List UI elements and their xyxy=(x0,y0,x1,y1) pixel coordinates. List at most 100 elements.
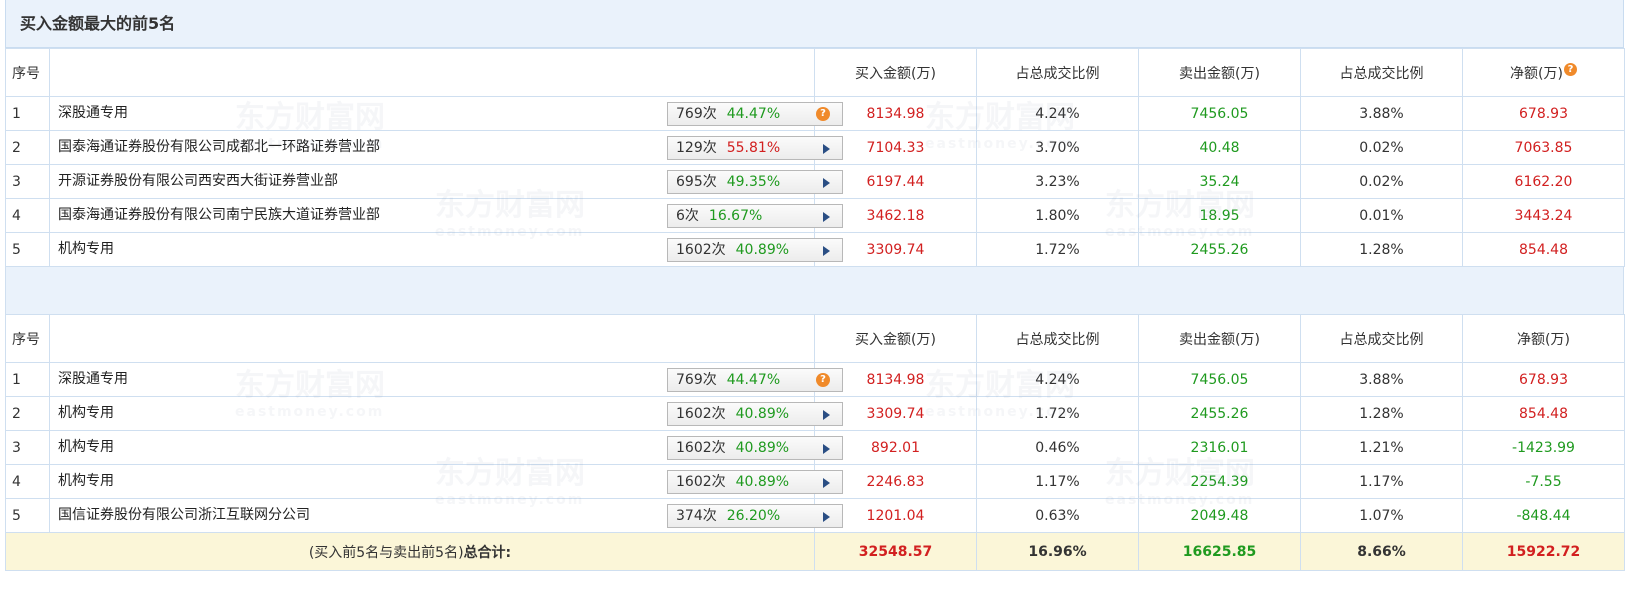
row-no: 3 xyxy=(5,430,50,465)
buy-pct: 4.24% xyxy=(976,362,1139,397)
sell-pct: 3.88% xyxy=(1300,362,1463,397)
buy-pct: 3.23% xyxy=(976,164,1139,199)
arrow-right-icon[interactable] xyxy=(823,212,830,222)
seat-stats-button[interactable]: 1602次 40.89% xyxy=(667,238,843,262)
col-header-buy-pct: 占总成交比例 xyxy=(976,314,1139,363)
win-rate: 40.89% xyxy=(735,474,790,490)
col-header-buy-pct: 占总成交比例 xyxy=(976,48,1139,97)
win-rate: 49.35% xyxy=(726,174,781,190)
table-row: 1 深股通专用 769次 44.47%? 8134.98 4.24% 7456.05 3.88… xyxy=(5,362,1625,397)
question-icon[interactable]: ? xyxy=(816,107,830,121)
sell-amount: 2455.26 xyxy=(1138,232,1301,267)
seat-cell: 机构专用 1602次 40.89% xyxy=(49,396,843,431)
seat-name[interactable]: 机构专用 xyxy=(58,465,114,497)
net-amount: 3443.24 xyxy=(1462,198,1625,233)
arrow-right-icon[interactable] xyxy=(823,478,830,488)
sell-amount: 7456.05 xyxy=(1138,96,1301,131)
col-header-name xyxy=(49,314,815,363)
sell-amount: 2049.48 xyxy=(1138,498,1301,533)
total-label-prefix: (买入前5名与卖出前5名) xyxy=(308,544,464,561)
sell-amount: 18.95 xyxy=(1138,198,1301,233)
sell-pct: 1.17% xyxy=(1300,464,1463,499)
sell-pct: 0.01% xyxy=(1300,198,1463,233)
row-no: 4 xyxy=(5,464,50,499)
sell-amount: 7456.05 xyxy=(1138,362,1301,397)
buy-top5-table: 序号 买入金额(万) 占总成交比例 卖出金额(万) 占总成交比例 净额(万)? … xyxy=(5,48,1625,267)
arrow-right-icon[interactable] xyxy=(823,246,830,256)
seat-name[interactable]: 国信证券股份有限公司浙江互联网分公司 xyxy=(58,499,310,531)
arrow-right-icon[interactable] xyxy=(823,178,830,188)
table-header-row: 序号 买入金额(万) 占总成交比例 卖出金额(万) 占总成交比例 净额(万)? xyxy=(5,48,1625,97)
section-title: 买入金额最大的前5名 xyxy=(5,0,1624,48)
seat-name[interactable]: 深股通专用 xyxy=(58,363,128,395)
net-amount: 6162.20 xyxy=(1462,164,1625,199)
table-row: 2 国泰海通证券股份有限公司成都北一环路证券营业部 129次 55.81% 7104.3… xyxy=(5,130,1625,165)
win-rate: 44.47% xyxy=(726,372,781,388)
table-header-row: 序号 买入金额(万) 占总成交比例 卖出金额(万) 占总成交比例 净额(万) xyxy=(5,314,1625,363)
win-rate: 44.47% xyxy=(726,106,781,122)
table-row: 5 机构专用 1602次 40.89% 3309.74 1.72% 2455.26 1.28%… xyxy=(5,232,1625,267)
seat-name[interactable]: 机构专用 xyxy=(58,431,114,463)
seat-cell: 开源证券股份有限公司西安西大街证券营业部 695次 49.35% xyxy=(49,164,843,199)
col-header-buy: 买入金额(万) xyxy=(814,314,977,363)
buy-pct: 0.63% xyxy=(976,498,1139,533)
seat-stats-button[interactable]: 695次 49.35% xyxy=(667,170,843,194)
question-icon[interactable]: ? xyxy=(816,373,830,387)
row-no: 2 xyxy=(5,396,50,431)
arrow-right-icon[interactable] xyxy=(823,144,830,154)
sell-pct: 3.88% xyxy=(1300,96,1463,131)
arrow-right-icon[interactable] xyxy=(823,512,830,522)
sell-pct: 1.28% xyxy=(1300,396,1463,431)
seat-stats-button[interactable]: 374次 26.20% xyxy=(667,504,843,528)
net-amount: 854.48 xyxy=(1462,232,1625,267)
listing-count: 695次 xyxy=(676,174,717,190)
listing-count: 374次 xyxy=(676,508,717,524)
table-row: 4 机构专用 1602次 40.89% 2246.83 1.17% 2254.39 1.17%… xyxy=(5,464,1625,499)
arrow-right-icon[interactable] xyxy=(823,410,830,420)
seat-stats-button[interactable]: 1602次 40.89% xyxy=(667,402,843,426)
net-amount: 678.93 xyxy=(1462,362,1625,397)
seat-cell: 国泰海通证券股份有限公司成都北一环路证券营业部 129次 55.81% xyxy=(49,130,843,165)
col-header-sell: 卖出金额(万) xyxy=(1138,314,1301,363)
listing-count: 769次 xyxy=(676,106,717,122)
seat-cell: 国信证券股份有限公司浙江互联网分公司 374次 26.20% xyxy=(49,498,843,533)
seat-stats-button[interactable]: 6次 16.67% xyxy=(667,204,843,228)
arrow-right-icon[interactable] xyxy=(823,444,830,454)
buy-pct: 1.72% xyxy=(976,396,1139,431)
row-no: 1 xyxy=(5,362,50,397)
seat-name[interactable]: 开源证券股份有限公司西安西大街证券营业部 xyxy=(58,165,338,197)
col-header-sell: 卖出金额(万) xyxy=(1138,48,1301,97)
seat-name[interactable]: 深股通专用 xyxy=(58,97,128,129)
total-label-bold: 总合计: xyxy=(463,544,512,561)
table-row: 4 国泰海通证券股份有限公司南宁民族大道证券营业部 6次 16.67% 3462.18 1… xyxy=(5,198,1625,233)
sell-table-body: 1 深股通专用 769次 44.47%? 8134.98 4.24% 7456.05 3.88… xyxy=(5,362,1625,533)
seat-name[interactable]: 国泰海通证券股份有限公司南宁民族大道证券营业部 xyxy=(58,199,380,231)
longhu-panel: 买入金额最大的前5名 序号 买入金额(万) 占总成交比例 卖出金额(万) 占总成… xyxy=(5,0,1625,594)
seat-stats-button[interactable]: 769次 44.47%? xyxy=(667,368,843,392)
seat-cell: 机构专用 1602次 40.89% xyxy=(49,430,843,465)
listing-count: 769次 xyxy=(676,372,717,388)
seat-stats-button[interactable]: 129次 55.81% xyxy=(667,136,843,160)
seat-stats-button[interactable]: 1602次 40.89% xyxy=(667,436,843,460)
sell-pct: 1.21% xyxy=(1300,430,1463,465)
sell-amount: 40.48 xyxy=(1138,130,1301,165)
win-rate: 40.89% xyxy=(735,242,790,258)
seat-name[interactable]: 机构专用 xyxy=(58,397,114,429)
seat-name[interactable]: 国泰海通证券股份有限公司成都北一环路证券营业部 xyxy=(58,131,380,163)
buy-pct: 1.80% xyxy=(976,198,1139,233)
sell-amount: 2254.39 xyxy=(1138,464,1301,499)
net-amount: 678.93 xyxy=(1462,96,1625,131)
seat-name[interactable]: 机构专用 xyxy=(58,233,114,265)
seat-stats-button[interactable]: 1602次 40.89% xyxy=(667,470,843,494)
sell-amount: 2455.26 xyxy=(1138,396,1301,431)
total-sell-pct: 8.66% xyxy=(1300,532,1463,571)
sell-top5-table: 序号 买入金额(万) 占总成交比例 卖出金额(万) 占总成交比例 净额(万) 1… xyxy=(5,314,1625,571)
seat-stats-button[interactable]: 769次 44.47%? xyxy=(667,102,843,126)
total-buy: 32548.57 xyxy=(814,532,977,571)
win-rate: 55.81% xyxy=(726,140,781,156)
help-icon[interactable]: ? xyxy=(1563,62,1577,76)
col-header-buy: 买入金额(万) xyxy=(814,48,977,97)
seat-cell: 机构专用 1602次 40.89% xyxy=(49,464,843,499)
sell-amount: 35.24 xyxy=(1138,164,1301,199)
win-rate: 40.89% xyxy=(735,406,790,422)
